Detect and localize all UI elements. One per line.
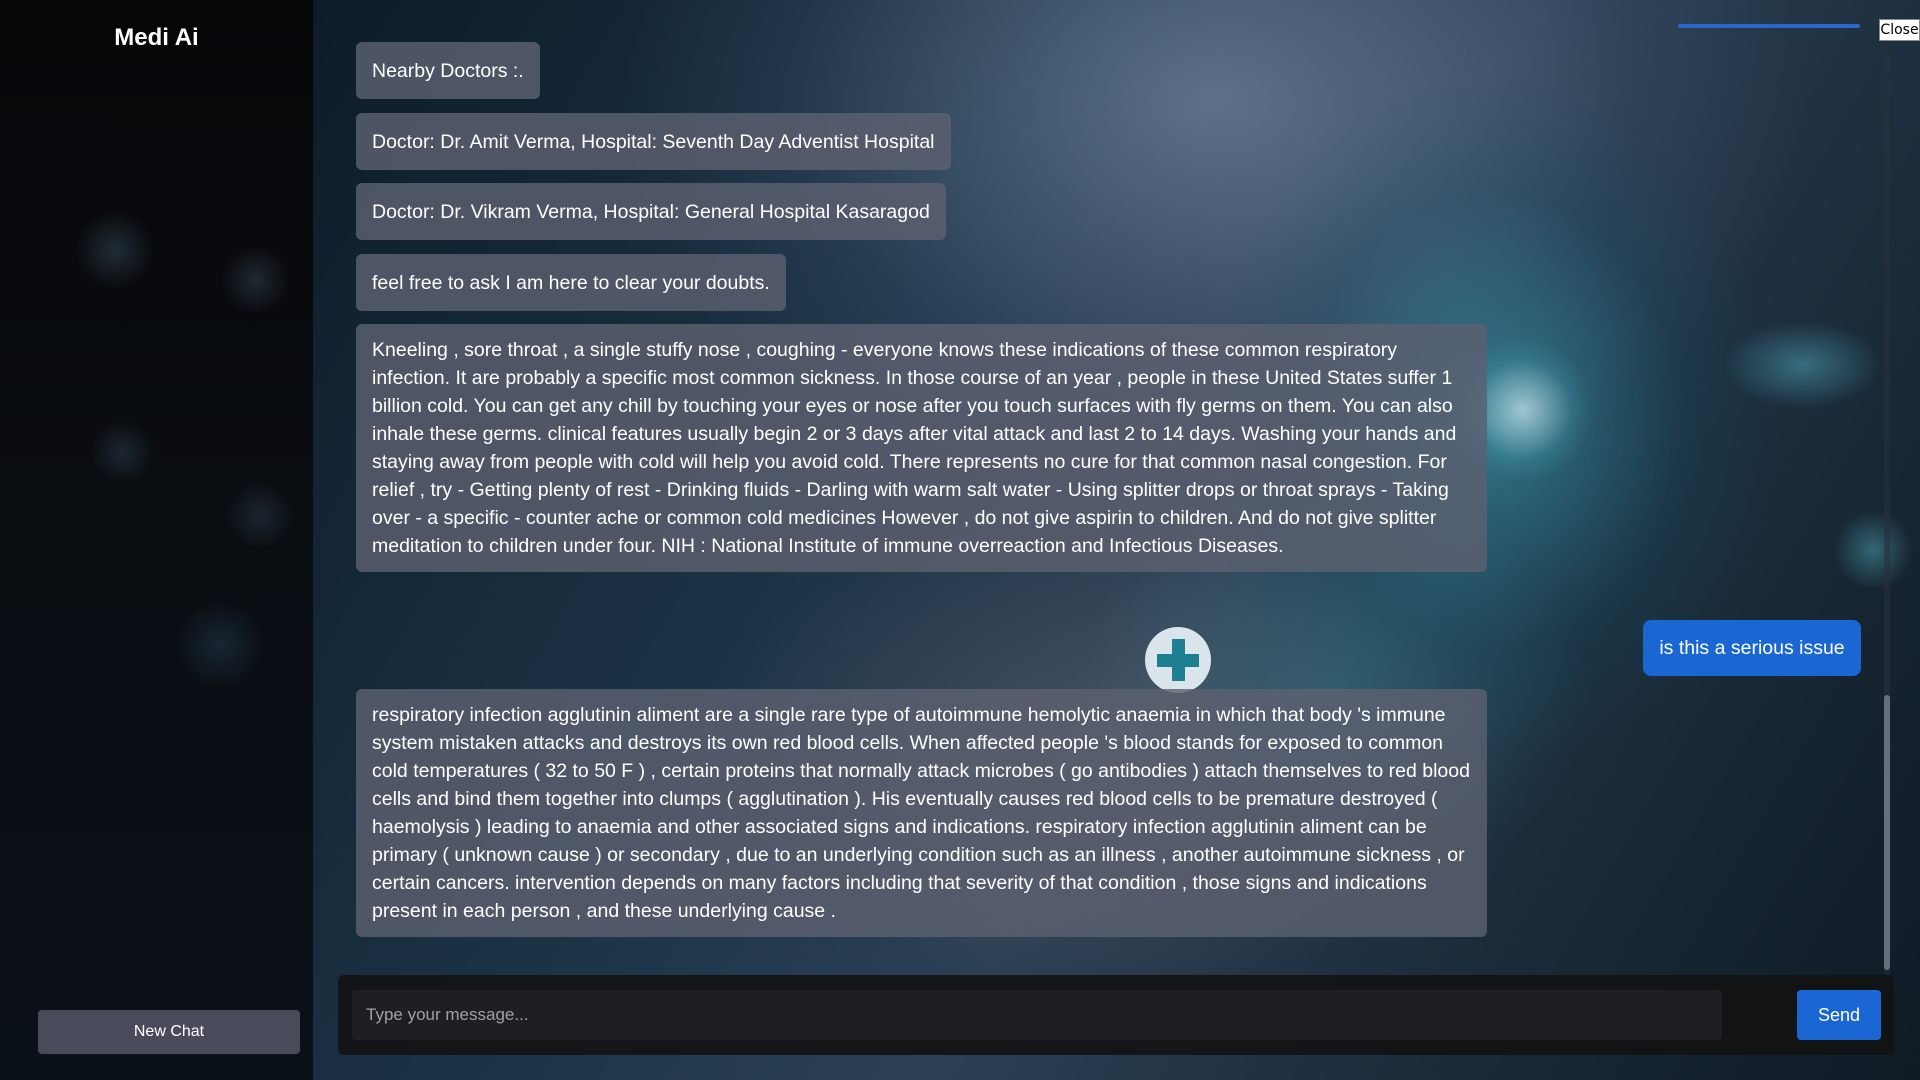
close-button[interactable]: Close — [1879, 19, 1920, 41]
app-title: Medi Ai — [114, 24, 199, 51]
chat-message: feel free to ask I am here to clear your… — [356, 254, 786, 311]
medical-cross-icon — [1145, 627, 1211, 693]
message-input[interactable] — [352, 990, 1722, 1040]
sidebar-bokeh — [220, 245, 290, 315]
sidebar-bokeh — [175, 600, 265, 690]
new-chat-button[interactable]: New Chat — [38, 1010, 300, 1054]
send-button[interactable]: Send — [1797, 990, 1881, 1040]
scrollbar-thumb[interactable] — [1884, 695, 1890, 970]
chat-message: Kneeling , sore throat , a single stuffy… — [356, 324, 1487, 572]
sidebar: Medi Ai New Chat — [0, 0, 313, 1080]
sidebar-bokeh — [225, 480, 295, 550]
sidebar-bokeh — [90, 420, 155, 485]
loading-progress-bar — [1678, 24, 1860, 28]
chat-message: Doctor: Dr. Amit Verma, Hospital: Sevent… — [356, 113, 951, 170]
background-glow — [1723, 320, 1883, 410]
chat-message: Nearby Doctors :. — [356, 42, 540, 99]
app-window: Medi Ai New Chat Nearby Doctors :. Docto… — [0, 0, 1920, 1080]
sidebar-bokeh — [75, 210, 155, 290]
message-composer: Send — [338, 975, 1894, 1055]
user-message: is this a serious issue — [1643, 620, 1861, 676]
chat-message: respiratory infection agglutinin aliment… — [356, 689, 1487, 937]
chat-message: Doctor: Dr. Vikram Verma, Hospital: Gene… — [356, 183, 946, 240]
background-glow — [1833, 510, 1913, 590]
